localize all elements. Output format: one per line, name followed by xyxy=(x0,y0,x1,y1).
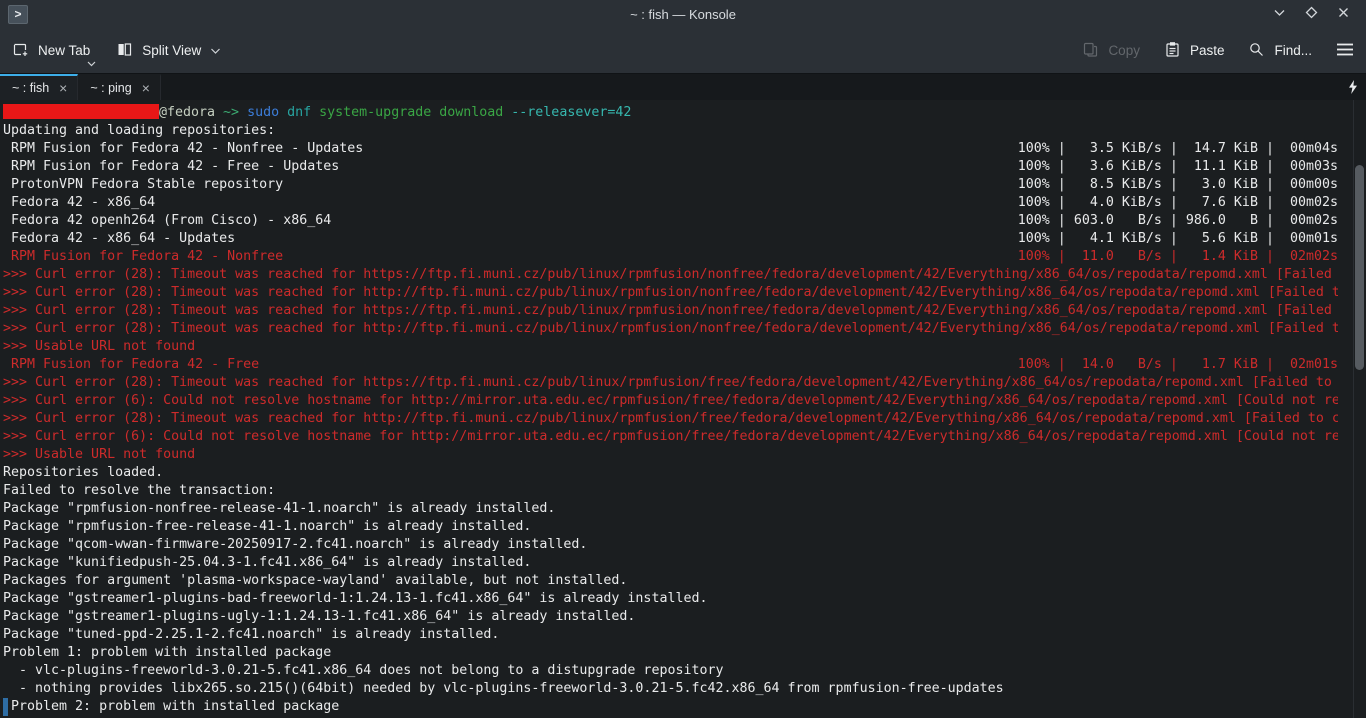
terminal-line: Problem 2: problem with installed packag… xyxy=(3,698,1338,716)
terminal-line: >>> Usable URL not found xyxy=(3,446,1338,464)
terminal-line: RPM Fusion for Fedora 42 - Free100% | 14… xyxy=(3,356,1338,374)
tab-label: ~ : ping xyxy=(90,81,131,95)
new-tab-icon xyxy=(12,41,29,61)
tab-strip: ~ : fish × ~ : ping × xyxy=(0,74,161,100)
tab-fish[interactable]: ~ : fish × xyxy=(0,74,78,100)
redacted-username xyxy=(3,104,159,119)
konsole-app-icon: > xyxy=(8,5,28,24)
terminal-line: Fedora 42 - x86_64100% | 4.0 KiB/s | 7.6… xyxy=(3,194,1338,212)
split-view-label: Split View xyxy=(142,43,201,58)
terminal-line: Repositories loaded. xyxy=(3,464,1338,482)
hamburger-icon xyxy=(1336,42,1354,60)
terminal-line: Package "gstreamer1-plugins-ugly-1:1.24.… xyxy=(3,608,1338,626)
terminal-line: Package "rpmfusion-free-release-41-1.noa… xyxy=(3,518,1338,536)
scrollbar-thumb[interactable] xyxy=(1355,165,1364,370)
copy-icon xyxy=(1082,41,1099,61)
new-tab-label: New Tab xyxy=(38,43,90,58)
terminal-line: >>> Curl error (6): Could not resolve ho… xyxy=(3,428,1338,446)
chevron-down-icon xyxy=(1272,5,1287,23)
diamond-icon xyxy=(1304,5,1319,23)
terminal-line: - nothing provides libx265.so.215()(64bi… xyxy=(3,680,1338,698)
terminal-line: Problem 1: problem with installed packag… xyxy=(3,644,1338,662)
paste-icon xyxy=(1164,41,1181,61)
terminal-line: >>> Curl error (28): Timeout was reached… xyxy=(3,374,1338,392)
terminal-line: @fedora ~> sudo dnf system-upgrade downl… xyxy=(3,104,1338,122)
minimize-button[interactable] xyxy=(1270,5,1288,23)
output-marker xyxy=(3,698,8,716)
konsole-window: > ~ : fish — Konsole xyxy=(0,0,1366,718)
tab-bar: ~ : fish × ~ : ping × xyxy=(0,73,1366,100)
terminal-line: Updating and loading repositories: xyxy=(3,122,1338,140)
hamburger-menu-button[interactable] xyxy=(1336,42,1354,60)
split-view-button[interactable]: Split View xyxy=(116,41,221,61)
tab-close-icon[interactable]: × xyxy=(59,81,67,95)
new-tab-dropdown-arrow-icon[interactable] xyxy=(87,55,96,70)
terminal-line: >>> Curl error (28): Timeout was reached… xyxy=(3,266,1338,284)
terminal-line: ProtonVPN Fedora Stable repository100% |… xyxy=(3,176,1338,194)
terminal-line: Package "tuned-ppd-2.25.1-2.fc41.noarch"… xyxy=(3,626,1338,644)
terminal-line: - vlc-plugins-freeworld-3.0.21-5.fc41.x8… xyxy=(3,662,1338,680)
tab-close-icon[interactable]: × xyxy=(142,81,150,95)
window-controls xyxy=(1270,5,1366,23)
terminal-line: >>> Curl error (28): Timeout was reached… xyxy=(3,320,1338,338)
find-label: Find... xyxy=(1274,43,1312,58)
terminal-line: >>> Usable URL not found xyxy=(3,338,1338,356)
paste-button[interactable]: Paste xyxy=(1164,41,1225,61)
terminal-line: RPM Fusion for Fedora 42 - Nonfree100% |… xyxy=(3,248,1338,266)
terminal-line: >>> Curl error (28): Timeout was reached… xyxy=(3,302,1338,320)
copy-label: Copy xyxy=(1108,43,1140,58)
search-icon xyxy=(1248,41,1265,61)
lightning-icon xyxy=(1348,74,1358,100)
terminal-line: RPM Fusion for Fedora 42 - Free - Update… xyxy=(3,158,1338,176)
terminal-line: Package "qcom-wwan-firmware-20250917-2.f… xyxy=(3,536,1338,554)
copy-button[interactable]: Copy xyxy=(1082,41,1140,61)
tab-ping[interactable]: ~ : ping × xyxy=(78,74,161,100)
terminal-line: Package "gstreamer1-plugins-bad-freeworl… xyxy=(3,590,1338,608)
terminal-line: >>> Curl error (6): Could not resolve ho… xyxy=(3,392,1338,410)
close-button[interactable] xyxy=(1334,5,1352,23)
split-view-dropdown-arrow-icon[interactable] xyxy=(210,43,221,58)
terminal-output[interactable]: @fedora ~> sudo dnf system-upgrade downl… xyxy=(0,100,1366,718)
terminal-line: RPM Fusion for Fedora 42 - Nonfree - Upd… xyxy=(3,140,1338,158)
terminal-line: Package "rpmfusion-nonfree-release-41-1.… xyxy=(3,500,1338,518)
paste-label: Paste xyxy=(1190,43,1225,58)
terminal-line: Fedora 42 - x86_64 - Updates100% | 4.1 K… xyxy=(3,230,1338,248)
terminal-line: Failed to resolve the transaction: xyxy=(3,482,1338,500)
prompt-glyph: > xyxy=(14,7,21,21)
toolbar: New Tab Split View Copy xyxy=(0,28,1366,73)
maximize-button[interactable] xyxy=(1302,5,1320,23)
terminal-line: >>> Curl error (28): Timeout was reached… xyxy=(3,410,1338,428)
new-tab-button[interactable]: New Tab xyxy=(12,41,90,61)
split-view-icon xyxy=(116,41,133,61)
terminal-line: Package "kunifiedpush-25.04.3-1.fc41.x86… xyxy=(3,554,1338,572)
terminal-line: Fedora 42 openh264 (From Cisco) - x86_64… xyxy=(3,212,1338,230)
find-button[interactable]: Find... xyxy=(1248,41,1312,61)
close-icon xyxy=(1336,5,1351,23)
terminal-scrollbar[interactable] xyxy=(1353,100,1366,718)
window-title: ~ : fish — Konsole xyxy=(0,7,1366,22)
terminal-lines: @fedora ~> sudo dnf system-upgrade downl… xyxy=(0,100,1366,716)
titlebar[interactable]: > ~ : fish — Konsole xyxy=(0,0,1366,28)
tab-label: ~ : fish xyxy=(12,81,49,95)
terminal-line: >>> Curl error (28): Timeout was reached… xyxy=(3,284,1338,302)
terminal-line: Packages for argument 'plasma-workspace-… xyxy=(3,572,1338,590)
